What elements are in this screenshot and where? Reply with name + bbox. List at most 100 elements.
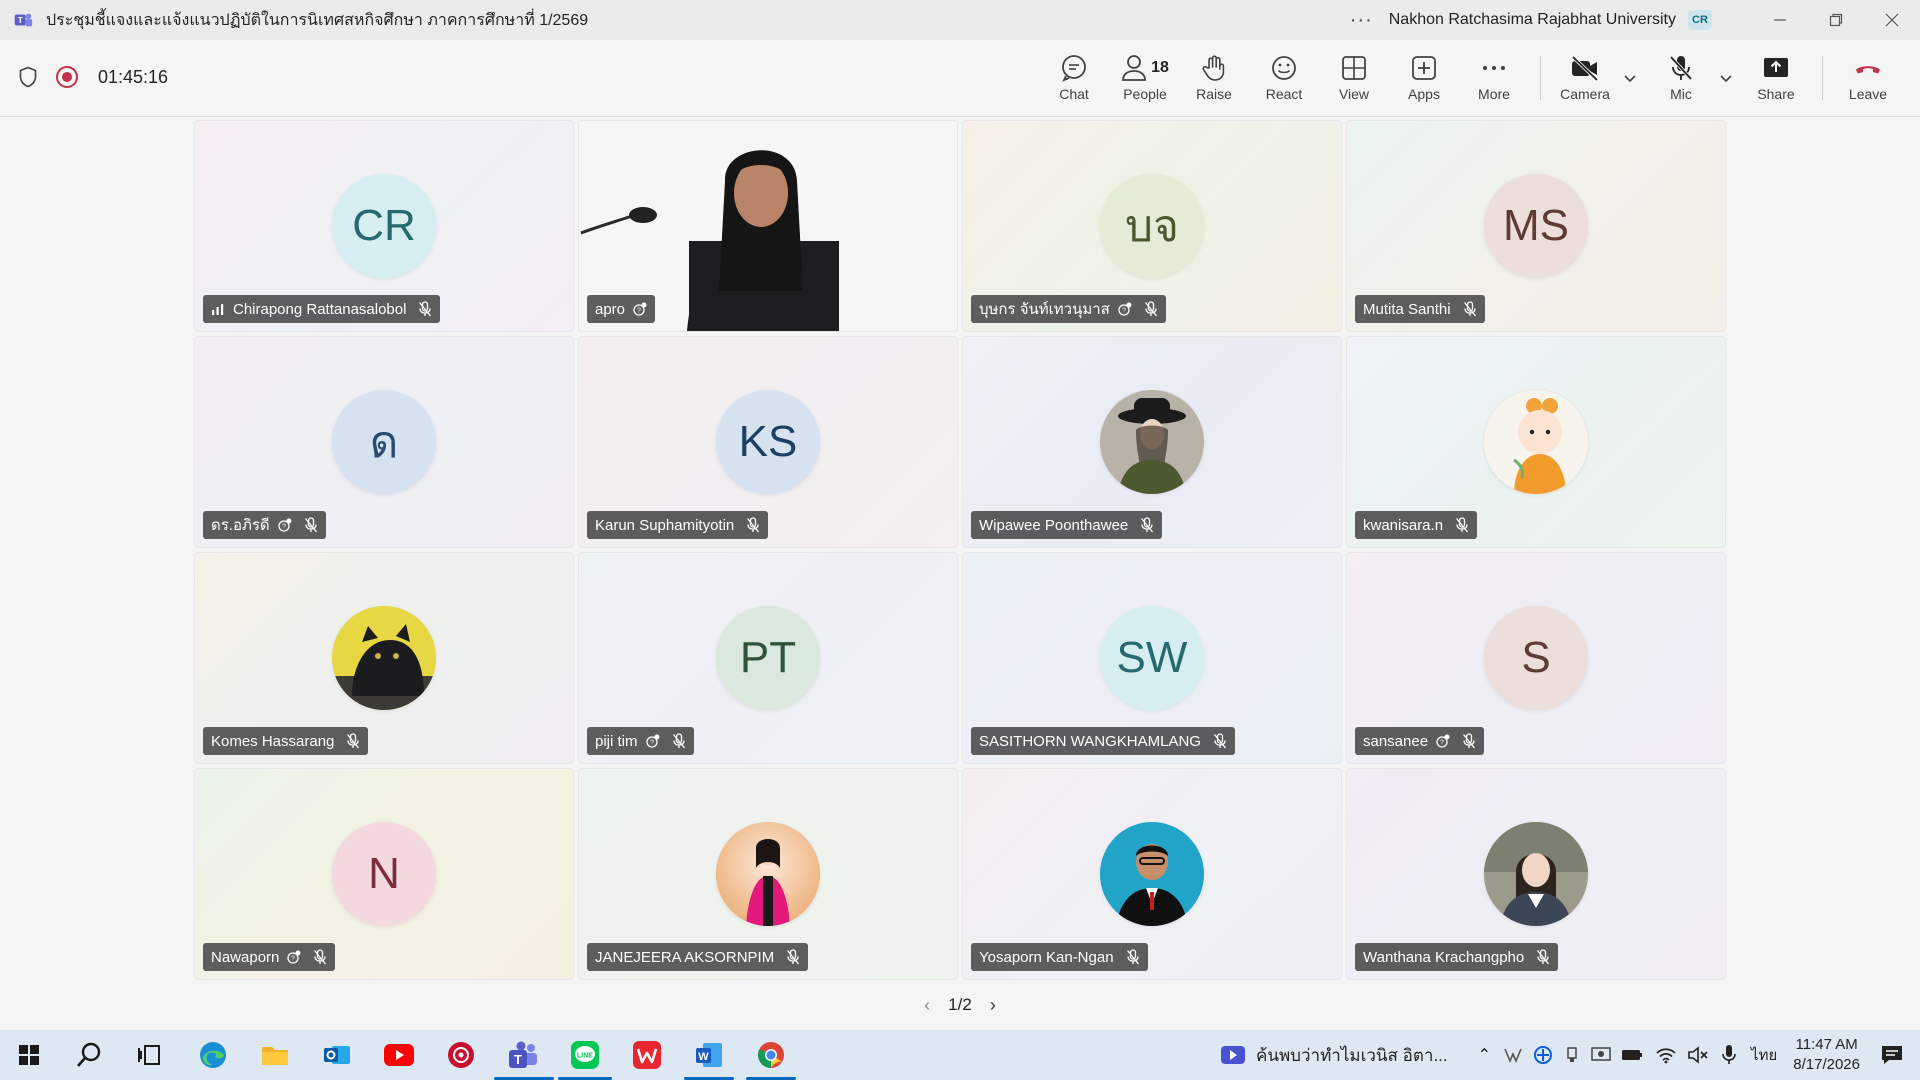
participant-tile[interactable]: kwanisara.n (1346, 336, 1726, 548)
line-app[interactable]: LINE (568, 1038, 602, 1072)
participant-tile[interactable]: Wanthana Krachangpho (1346, 768, 1726, 980)
display-icon[interactable] (1591, 1046, 1611, 1064)
participant-name-tag: apro? (587, 295, 656, 323)
people-count: 18 (1151, 59, 1169, 76)
participant-name-tag: Yosaporn Kan-Ngan (971, 943, 1148, 971)
input-language[interactable]: ไทย (1751, 1043, 1777, 1067)
security-app[interactable] (444, 1038, 478, 1072)
participant-tile[interactable]: apro? (578, 120, 958, 332)
chrome-app[interactable] (754, 1038, 788, 1072)
participant-tile[interactable]: Yosaporn Kan-Ngan (962, 768, 1342, 980)
search-button[interactable] (72, 1038, 106, 1072)
participant-tile[interactable]: Wipawee Poonthawee (962, 336, 1342, 548)
mic-options-chevron-icon[interactable] (1718, 70, 1734, 86)
participant-name: kwanisara.n (1363, 516, 1444, 534)
people-button[interactable]: 18 People (1120, 40, 1170, 116)
participant-avatar: SW (1100, 606, 1204, 710)
participant-name: Wanthana Krachangpho (1363, 948, 1525, 966)
wps-app[interactable] (630, 1038, 664, 1072)
smiley-icon (1272, 56, 1296, 80)
profile-photo (1100, 822, 1204, 926)
leave-button[interactable]: Leave (1848, 40, 1888, 116)
mic-button[interactable]: Mic (1660, 40, 1702, 116)
microphone-icon[interactable] (1721, 1044, 1737, 1066)
mic-status (1455, 517, 1469, 533)
recording-icon (56, 66, 78, 88)
network-app-icon[interactable] (1533, 1045, 1553, 1065)
notification-center-icon[interactable] (1880, 1044, 1904, 1066)
participant-tile[interactable]: MS Mutita Santhi (1346, 120, 1726, 332)
wifi-icon[interactable] (1655, 1046, 1677, 1064)
chevron-up-icon[interactable]: ⌃ (1478, 1045, 1491, 1065)
restore-button[interactable] (1808, 0, 1864, 40)
more-options-icon[interactable]: ··· (1350, 9, 1373, 32)
edge-app[interactable] (196, 1038, 230, 1072)
participant-tile[interactable]: PT piji tim? (578, 552, 958, 764)
participant-tile[interactable]: JANEJEERA AKSORNPIM (578, 768, 958, 980)
raise-label: Raise (1196, 86, 1232, 102)
file-explorer-app[interactable] (258, 1038, 292, 1072)
participant-avatar (716, 822, 820, 926)
more-button[interactable]: More (1474, 40, 1514, 116)
participant-tile[interactable]: ดดร.อภิรดี? (194, 336, 574, 548)
camera-options-chevron-icon[interactable] (1622, 70, 1638, 86)
volume-muted-icon[interactable] (1687, 1045, 1709, 1065)
participant-tile[interactable]: Ssansanee? (1346, 552, 1726, 764)
view-button[interactable]: View (1334, 40, 1374, 116)
share-button[interactable]: Share (1756, 40, 1796, 116)
minimize-button[interactable] (1752, 0, 1808, 40)
task-view-button[interactable] (132, 1038, 166, 1072)
participant-tile[interactable]: CR Chirapong Rattanasalobol (194, 120, 574, 332)
react-button[interactable]: React (1264, 40, 1304, 116)
apps-button[interactable]: Apps (1404, 40, 1444, 116)
svg-text:T: T (18, 16, 23, 25)
restore-icon (1829, 13, 1843, 27)
teams-app[interactable]: T (506, 1038, 540, 1072)
mic-muted-icon (314, 949, 327, 965)
outlook-app[interactable] (320, 1038, 354, 1072)
word-app[interactable]: W (692, 1038, 726, 1072)
participant-avatar (1484, 390, 1588, 494)
vpn-icon[interactable] (1503, 1046, 1523, 1064)
mic-status (1462, 733, 1476, 749)
mic-status (304, 517, 318, 533)
leave-label: Leave (1848, 86, 1888, 102)
participant-tile[interactable]: KS Karun Suphamityotin (578, 336, 958, 548)
news-widget-icon[interactable] (1220, 1044, 1246, 1066)
youtube-app[interactable] (382, 1038, 416, 1072)
share-screen-icon (1764, 58, 1788, 77)
clock-date: 8/17/2026 (1793, 1056, 1860, 1073)
participant-name-tag: SASITHORN WANGKHAMLANG (971, 727, 1235, 755)
news-notification[interactable]: ค้นพบว่าทำไมเวนิส อิตา... (1256, 1042, 1448, 1069)
participant-avatar (1100, 822, 1204, 926)
previous-page-icon[interactable]: ‹ (924, 995, 930, 1016)
battery-icon[interactable] (1621, 1048, 1643, 1062)
start-button[interactable] (12, 1038, 46, 1072)
svg-text:T: T (514, 1052, 522, 1067)
participant-tile[interactable]: บจ บุษกร จันท์เทวนุมาส? (962, 120, 1342, 332)
chat-button[interactable]: Chat (1054, 40, 1094, 116)
mic-status (313, 949, 327, 965)
shield-icon[interactable] (18, 66, 38, 88)
mic-status (1144, 301, 1158, 317)
line-chat-icon: LINE (571, 1041, 599, 1069)
participant-tile[interactable]: SW SASITHORN WANGKHAMLANG (962, 552, 1342, 764)
usb-icon[interactable] (1563, 1046, 1581, 1064)
next-page-icon[interactable]: › (990, 995, 996, 1016)
raise-hand-button[interactable]: Raise (1194, 40, 1234, 116)
guest-status-icon: ? (1436, 734, 1450, 748)
account-avatar[interactable]: CR (1688, 10, 1712, 30)
youtube-icon (384, 1044, 414, 1066)
system-clock[interactable]: 11:47 AM 8/17/2026 (1793, 1035, 1860, 1075)
participant-name-tag: Chirapong Rattanasalobol (203, 295, 441, 323)
search-icon (77, 1042, 101, 1067)
participant-tile[interactable]: Komes Hassarang (194, 552, 574, 764)
participant-tile[interactable]: N Nawaporn? (194, 768, 574, 980)
profile-photo (1484, 390, 1588, 494)
camera-button[interactable]: Camera (1560, 40, 1610, 116)
close-button[interactable] (1864, 0, 1920, 40)
page-indicator: 1/2 (948, 995, 972, 1014)
mic-muted-icon (304, 517, 317, 533)
participant-name-tag: บุษกร จันท์เทวนุมาส? (971, 295, 1166, 323)
teams-logo-icon: T (14, 13, 33, 27)
